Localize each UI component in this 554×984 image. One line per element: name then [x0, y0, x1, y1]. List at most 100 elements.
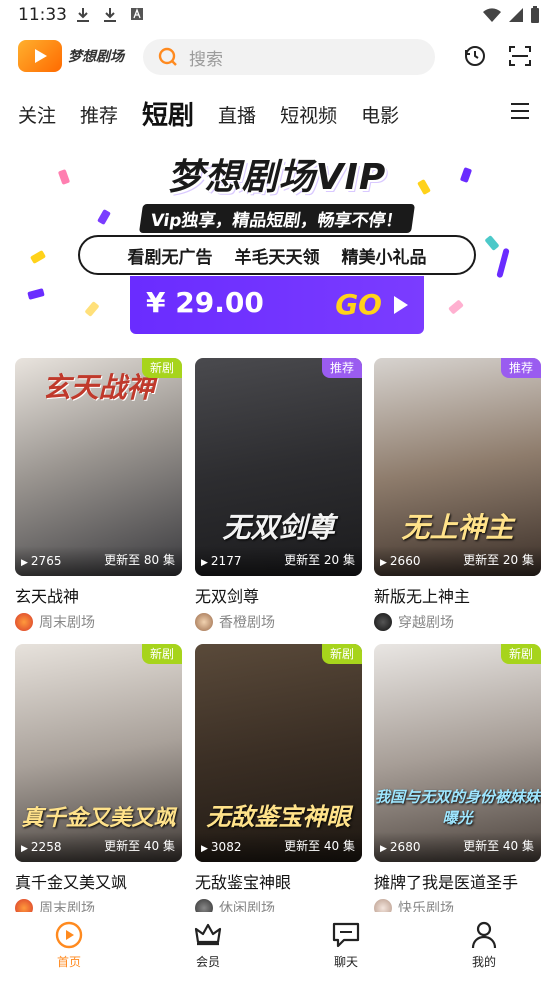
badge-new: 新剧: [141, 644, 182, 664]
confetti-decoration: [496, 247, 510, 279]
episode-count: 更新至 40 集: [463, 839, 534, 853]
poster-footer: 2660 更新至 20 集: [374, 546, 541, 576]
source-avatar: [374, 613, 392, 631]
episode-count: 更新至 20 集: [284, 553, 355, 567]
drama-title[interactable]: 新版无上神主: [374, 583, 541, 607]
badge-new: 新剧: [321, 644, 362, 664]
confetti-decoration: [484, 235, 500, 251]
drama-poster[interactable]: 真千金又美又飒 新剧 2258 更新至 40 集: [15, 644, 182, 862]
nav-label: 首页: [56, 955, 81, 969]
source-name: 穿越剧场: [398, 615, 454, 631]
home-play-icon: [55, 921, 83, 949]
vip-price-button[interactable]: ¥ 29.00 GO: [130, 276, 424, 334]
poster-footer: 2765 更新至 80 集: [15, 546, 182, 576]
vip-banner[interactable]: 梦想剧场VIP Vip独享，精品短剧，畅享不停！ 看剧无广告 羊毛天天领 精美小…: [0, 140, 554, 345]
bottom-navigation: 首页 会员 聊天 我的: [0, 912, 554, 984]
poster-caption: 无双剑尊: [222, 511, 335, 544]
confetti-decoration: [27, 288, 45, 300]
chat-icon: [332, 922, 360, 948]
play-count: 2177: [201, 554, 242, 568]
drama-poster[interactable]: 无双剑尊 推荐 2177 更新至 20 集: [195, 358, 362, 576]
play-count: 2660: [380, 554, 421, 568]
wifi-icon: [483, 8, 501, 22]
play-arrow-icon: [394, 296, 408, 314]
vip-subtitle: Vip独享，精品短剧，畅享不停！: [139, 204, 415, 233]
episode-count: 更新至 40 集: [104, 839, 175, 853]
drama-poster[interactable]: 无敌鉴宝神眼 新剧 3082 更新至 40 集: [195, 644, 362, 862]
badge-new: 新剧: [500, 644, 541, 664]
play-count: 2258: [21, 840, 62, 854]
drama-poster[interactable]: 我国与无双的身份被妹妹曝光 新剧 2680 更新至 40 集: [374, 644, 541, 862]
download-icon: [104, 8, 116, 22]
nav-me[interactable]: 我的: [444, 920, 524, 970]
category-tabs: 关注 推荐 短剧 直播 短视频 电影: [18, 92, 423, 132]
tab-short-video[interactable]: 短视频: [280, 100, 337, 132]
source-avatar: [195, 613, 213, 631]
tab-movie[interactable]: 电影: [361, 100, 399, 132]
status-time: 11:33: [18, 5, 67, 25]
vip-subtitle-wrap: Vip独享，精品短剧，畅享不停！: [0, 204, 554, 233]
play-count: 3082: [201, 840, 242, 854]
episode-count: 更新至 80 集: [104, 553, 175, 567]
confetti-decoration: [448, 299, 464, 315]
drama-title[interactable]: 真千金又美又飒: [15, 869, 182, 893]
vip-perk: 看剧无广告: [127, 247, 213, 268]
source-avatar: [15, 613, 33, 631]
vip-perk: 羊毛天天领: [234, 247, 320, 268]
tab-short-drama[interactable]: 短剧: [142, 100, 194, 132]
drama-source[interactable]: 香橙剧场: [195, 612, 362, 632]
drama-card[interactable]: 真千金又美又飒 新剧 2258 更新至 40 集 真千金又美又飒 周末剧场: [15, 644, 182, 918]
nav-home[interactable]: 首页: [29, 920, 109, 970]
menu-icon[interactable]: [510, 102, 530, 120]
drama-card[interactable]: 无上神主 推荐 2660 更新至 20 集 新版无上神主 穿越剧场: [374, 358, 541, 632]
drama-title[interactable]: 玄天战神: [15, 583, 182, 607]
signal-icon: [509, 8, 523, 22]
download-icon: [77, 8, 89, 22]
tab-recommend[interactable]: 推荐: [80, 100, 118, 132]
poster-footer: 2258 更新至 40 集: [15, 832, 182, 862]
poster-footer: 2680 更新至 40 集: [374, 832, 541, 862]
poster-image: [374, 644, 541, 862]
battery-icon: [531, 6, 539, 23]
status-right-icons: [482, 6, 540, 24]
crown-icon: [194, 923, 222, 946]
drama-card[interactable]: 无敌鉴宝神眼 新剧 3082 更新至 40 集 无敌鉴宝神眼 休闲剧场: [195, 644, 362, 918]
drama-card[interactable]: 无双剑尊 推荐 2177 更新至 20 集 无双剑尊 香橙剧场: [195, 358, 362, 632]
badge-new: 新剧: [141, 358, 182, 378]
poster-footer: 2177 更新至 20 集: [195, 546, 362, 576]
nav-chat[interactable]: 聊天: [306, 920, 386, 970]
source-name: 香橙剧场: [219, 615, 275, 631]
logo-play-icon: [18, 40, 62, 72]
drama-source[interactable]: 穿越剧场: [374, 612, 541, 632]
poster-caption: 无上神主: [401, 511, 514, 544]
status-bar: 11:33: [0, 0, 554, 30]
source-name: 周末剧场: [39, 615, 95, 631]
nav-label: 会员: [195, 955, 220, 969]
badge-recommend: 推荐: [321, 358, 362, 378]
drama-poster[interactable]: 玄天战神 新剧 2765 更新至 80 集: [15, 358, 182, 576]
app-logo[interactable]: 梦想剧场: [18, 40, 124, 72]
vip-perk: 精美小礼品: [341, 247, 427, 268]
confetti-decoration: [84, 301, 100, 317]
tab-live[interactable]: 直播: [218, 100, 256, 132]
vip-title: 梦想剧场VIP: [167, 157, 387, 198]
drama-title[interactable]: 摊牌了我是医道圣手: [374, 869, 541, 893]
drama-poster[interactable]: 无上神主 推荐 2660 更新至 20 集: [374, 358, 541, 576]
drama-title[interactable]: 无敌鉴宝神眼: [195, 869, 362, 893]
tab-follow[interactable]: 关注: [18, 100, 56, 132]
badge-recommend: 推荐: [500, 358, 541, 378]
drama-card[interactable]: 玄天战神 新剧 2765 更新至 80 集 玄天战神 周末剧场: [15, 358, 182, 632]
drama-source[interactable]: 周末剧场: [15, 612, 182, 632]
episode-count: 更新至 40 集: [284, 839, 355, 853]
vip-go-label: GO: [335, 288, 382, 321]
nav-vip[interactable]: 会员: [168, 920, 248, 970]
notification-a-icon: [131, 8, 143, 20]
drama-card[interactable]: 我国与无双的身份被妹妹曝光 新剧 2680 更新至 40 集 摊牌了我是医道圣手…: [374, 644, 541, 918]
app-header: 梦想剧场 搜索: [0, 36, 554, 78]
history-icon[interactable]: [463, 44, 487, 68]
nav-label: 我的: [471, 955, 496, 969]
scan-icon[interactable]: [508, 44, 532, 68]
search-input[interactable]: 搜索: [143, 39, 435, 75]
poster-footer: 3082 更新至 40 集: [195, 832, 362, 862]
drama-title[interactable]: 无双剑尊: [195, 583, 362, 607]
